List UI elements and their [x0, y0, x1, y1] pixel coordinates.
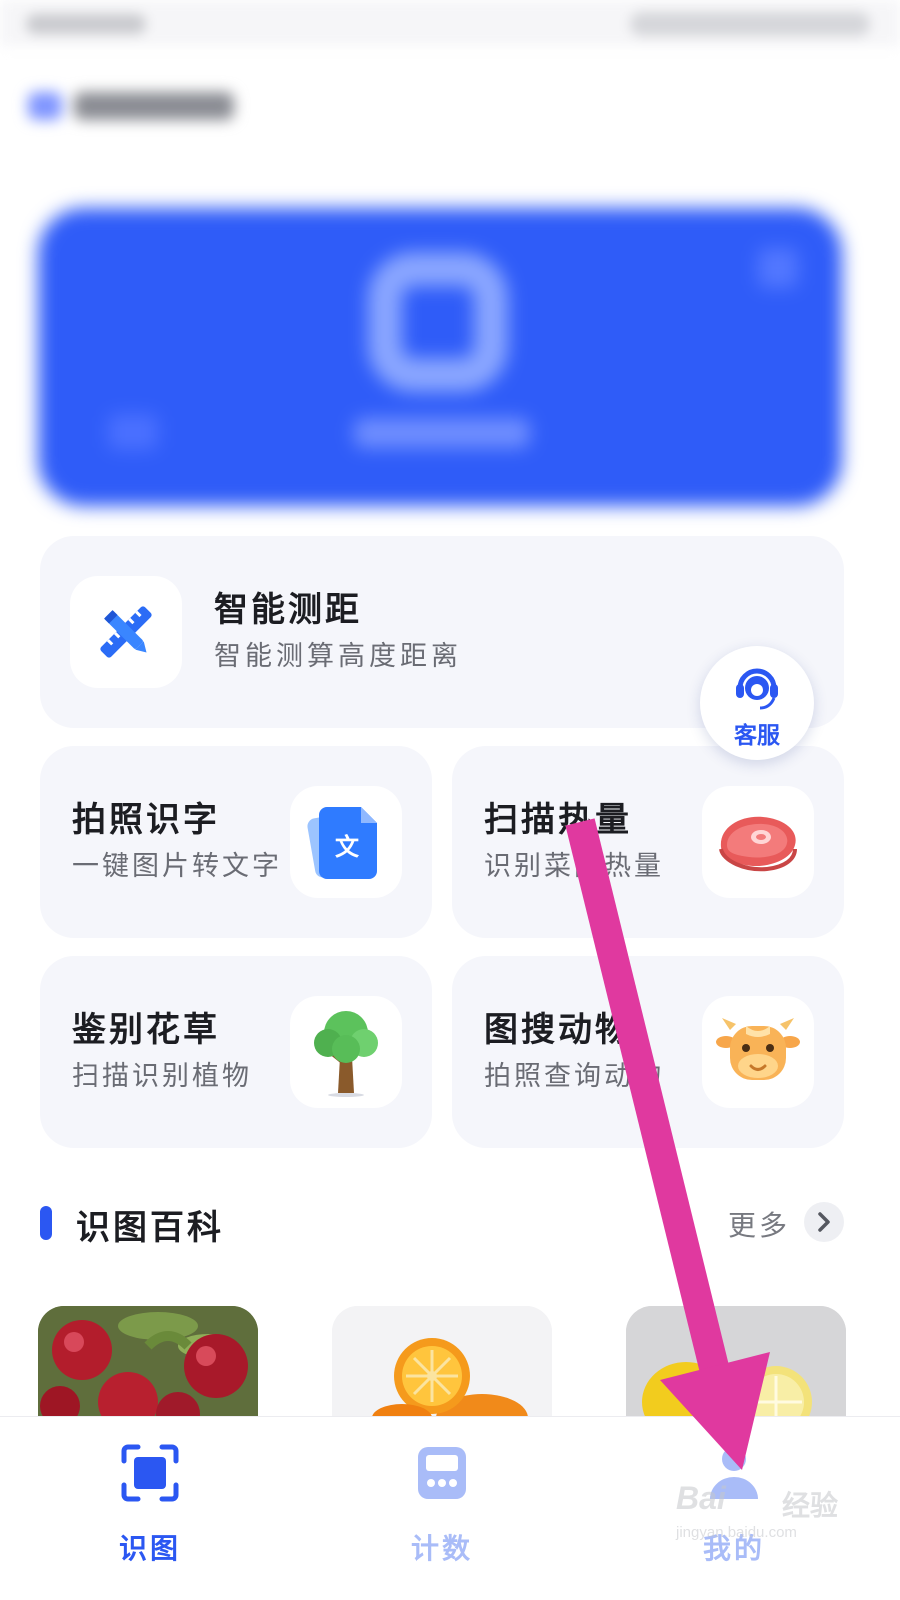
annotation-arrow	[565, 818, 770, 1470]
